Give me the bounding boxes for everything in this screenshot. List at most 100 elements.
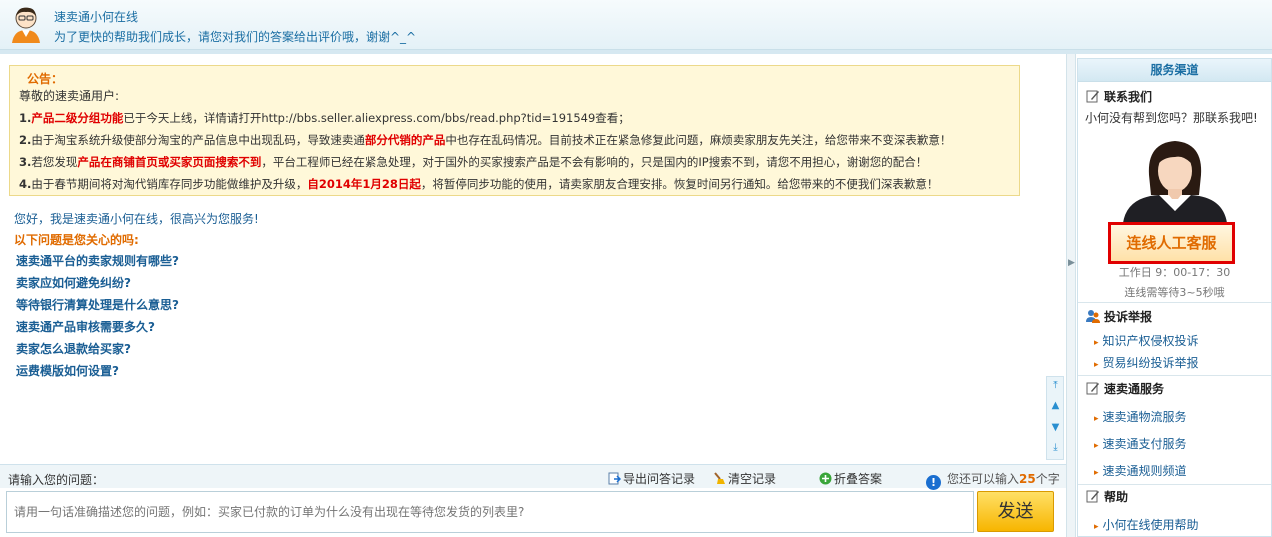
collapse-label: 折叠答案 bbox=[834, 472, 883, 486]
section-divider bbox=[1078, 302, 1271, 303]
line-text: 若您发现 bbox=[31, 155, 78, 169]
faq-heading: 以下问题是您关心的吗: bbox=[14, 233, 139, 247]
announcement-line-3: 3.若您发现产品在商铺首页或买家页面搜索不到，平台工程师已经在紧急处理，对于国外… bbox=[19, 151, 1010, 173]
chevron-right-icon: ▶ bbox=[1068, 258, 1075, 268]
faq-link[interactable]: 等待银行清算处理是什么意思? bbox=[16, 294, 179, 316]
faq-link[interactable]: 卖家怎么退款给买家? bbox=[16, 338, 179, 360]
arrow-icon: ▸ bbox=[1094, 338, 1099, 348]
arrow-icon: ▸ bbox=[1094, 468, 1099, 478]
line-text: 已于今天上线，详情请打开http://bbs.seller.aliexpress… bbox=[123, 111, 630, 125]
rating-prompt: 为了更快的帮助我们成长，请您对我们的答案给出评价哦，谢谢^_^ bbox=[54, 30, 417, 44]
faq-list: 速卖通平台的卖家规则有哪些? 卖家应如何避免纠纷? 等待银行清算处理是什么意思?… bbox=[16, 250, 179, 382]
complaint-section-title: 投诉举报 bbox=[1078, 306, 1152, 328]
line-text: 由于淘宝系统升级使部分淘宝的产品信息中出现乱码，导致速卖通 bbox=[31, 133, 365, 147]
agent-photo-icon bbox=[1123, 141, 1227, 223]
faq-link[interactable]: 卖家应如何避免纠纷? bbox=[16, 272, 179, 294]
counter-post: 个字 bbox=[1035, 472, 1060, 486]
contact-title: 联系我们 bbox=[1104, 90, 1153, 104]
edit-icon bbox=[1086, 382, 1099, 395]
link-label: 小何在线使用帮助 bbox=[1102, 518, 1199, 532]
send-button[interactable]: 发送 bbox=[977, 491, 1054, 532]
faq-link[interactable]: 运费模版如何设置? bbox=[16, 360, 179, 382]
highlight-text: 产品二级分组功能 bbox=[31, 111, 124, 125]
line-number: 2. bbox=[19, 133, 32, 147]
contact-section-title: 联系我们 bbox=[1078, 86, 1271, 108]
agent-avatar-icon bbox=[12, 7, 40, 43]
line-number: 4. bbox=[19, 177, 32, 191]
services-title: 速卖通服务 bbox=[1104, 382, 1165, 396]
scroll-bottom-icon[interactable]: ⤓ bbox=[1050, 442, 1061, 453]
export-label: 导出问答记录 bbox=[623, 472, 696, 486]
trade-complaint-link[interactable]: ▸ 贸易纠纷投诉举报 bbox=[1094, 354, 1199, 371]
info-icon: ! bbox=[926, 475, 941, 490]
plus-circle-icon bbox=[819, 472, 832, 485]
arrow-icon: ▸ bbox=[1094, 414, 1099, 424]
services-section-title: 速卖通服务 bbox=[1078, 378, 1164, 400]
input-toolbar: 请输入您的问题： 导出问答记录 清空记录 折叠答案 ! 您还可以输入25个字 bbox=[0, 464, 1066, 490]
arrow-icon: ▸ bbox=[1094, 522, 1099, 532]
collapse-button[interactable]: 折叠答案 bbox=[819, 470, 882, 487]
link-label: 知识产权侵权投诉 bbox=[1102, 334, 1199, 348]
question-input[interactable] bbox=[7, 492, 973, 532]
live-agent-button[interactable]: 连线人工客服 bbox=[1108, 222, 1235, 264]
link-label: 速卖通规则频道 bbox=[1102, 464, 1187, 478]
section-divider bbox=[1078, 375, 1271, 376]
question-input-box bbox=[6, 491, 974, 533]
clear-button[interactable]: 清空记录 bbox=[713, 470, 776, 487]
user-report-icon bbox=[1086, 310, 1100, 323]
chat-header: 速卖通小何在线 为了更快的帮助我们成长，请您对我们的答案给出评价哦，谢谢^_^ bbox=[0, 0, 1272, 50]
section-divider bbox=[1078, 484, 1271, 485]
wait-text: 连线需等待3~5秒哦 bbox=[1124, 286, 1225, 299]
help-section-title: 帮助 bbox=[1078, 486, 1128, 508]
counter-pre: 您还可以输入 bbox=[947, 472, 1020, 486]
faq-link[interactable]: 速卖通产品审核需要多久? bbox=[16, 316, 179, 338]
edit-icon bbox=[1086, 90, 1099, 103]
export-button[interactable]: 导出问答记录 bbox=[608, 470, 695, 487]
scroll-down-icon[interactable]: ▼ bbox=[1050, 422, 1061, 433]
announcement-box: 公告： 尊敬的速卖通用户: 1.产品二级分组功能已于今天上线，详情请打开http… bbox=[9, 65, 1020, 196]
help-title: 帮助 bbox=[1104, 490, 1129, 504]
welcome-message: 您好，我是速卖通小何在线，很高兴为您服务! bbox=[14, 212, 259, 226]
edit-icon bbox=[1086, 490, 1099, 503]
highlight-text: 自2014年1月28日起 bbox=[307, 177, 421, 191]
line-text: ，平台工程师已经在紧急处理，对于国外的买家搜索产品是不会有影响的，只是国内的IP… bbox=[261, 155, 928, 169]
arrow-icon: ▸ bbox=[1094, 441, 1099, 451]
highlight-text: 部分代销的产品 bbox=[364, 133, 446, 147]
announcement-line-4: 4.由于春节期间将对淘代销库存同步功能做维护及升级，自2014年1月28日起，将… bbox=[19, 173, 1010, 195]
input-label: 请输入您的问题： bbox=[8, 473, 105, 487]
line-number: 1. bbox=[19, 111, 32, 125]
scroll-tools: ⤒ ▲ ▼ ⤓ bbox=[1046, 376, 1064, 460]
clear-label: 清空记录 bbox=[728, 472, 777, 486]
line-text: 由于春节期间将对淘代销库存同步功能做维护及升级， bbox=[31, 177, 308, 191]
link-label: 速卖通支付服务 bbox=[1102, 437, 1187, 451]
faq-link[interactable]: 速卖通平台的卖家规则有哪些? bbox=[16, 250, 179, 272]
highlight-text: 产品在商铺首页或买家页面搜索不到 bbox=[77, 155, 262, 169]
line-text: 中也存在乱码情况。目前技术正在紧急修复此问题，麻烦卖家朋友先关注，给您带来不变深… bbox=[445, 133, 952, 147]
ip-complaint-link[interactable]: ▸ 知识产权侵权投诉 bbox=[1094, 332, 1199, 349]
service-sidebar: 服务渠道 联系我们 小何没有帮到您吗？那联系我吧! 连线人工客服 工作日 9：0… bbox=[1077, 58, 1272, 537]
announcement-line-1: 1.产品二级分组功能已于今天上线，详情请打开http://bbs.seller.… bbox=[19, 107, 1010, 129]
counter-number: 25 bbox=[1019, 472, 1036, 486]
scroll-top-icon[interactable]: ⤒ bbox=[1050, 380, 1061, 391]
help-link[interactable]: ▸ 小何在线使用帮助 bbox=[1094, 516, 1199, 533]
link-label: 贸易纠纷投诉举报 bbox=[1102, 356, 1199, 370]
rules-link[interactable]: ▸ 速卖通规则频道 bbox=[1094, 462, 1187, 479]
contact-text: 小何没有帮到您吗？那联系我吧! bbox=[1085, 111, 1258, 125]
chat-area: 公告： 尊敬的速卖通用户: 1.产品二级分组功能已于今天上线，详情请打开http… bbox=[0, 54, 1066, 464]
announcement-line-2: 2.由于淘宝系统升级使部分淘宝的产品信息中出现乱码，导致速卖通部分代销的产品中也… bbox=[19, 129, 1010, 151]
scroll-up-icon[interactable]: ▲ bbox=[1050, 400, 1061, 411]
export-icon bbox=[608, 472, 621, 485]
announcement-greeting: 尊敬的速卖通用户: bbox=[19, 89, 120, 103]
work-hours: 工作日 9：00-17：30 连线需等待3~5秒哦 bbox=[1078, 265, 1271, 301]
agent-name: 速卖通小何在线 bbox=[54, 10, 139, 24]
hours-text: 工作日 9：00-17：30 bbox=[1118, 266, 1231, 279]
broom-icon bbox=[714, 472, 725, 484]
line-number: 3. bbox=[19, 155, 32, 169]
sidebar-title: 服务渠道 bbox=[1078, 59, 1271, 82]
sidebar-toggle[interactable]: ▶ bbox=[1066, 54, 1076, 537]
arrow-icon: ▸ bbox=[1094, 360, 1099, 370]
payment-link[interactable]: ▸ 速卖通支付服务 bbox=[1094, 435, 1187, 452]
line-text: ，将暂停同步功能的使用，请卖家朋友合理安排。恢复时间另行通知。给您带来的不便我们… bbox=[420, 177, 939, 191]
char-counter: ! 您还可以输入25个字 bbox=[926, 470, 1060, 490]
logistics-link[interactable]: ▸ 速卖通物流服务 bbox=[1094, 408, 1187, 425]
